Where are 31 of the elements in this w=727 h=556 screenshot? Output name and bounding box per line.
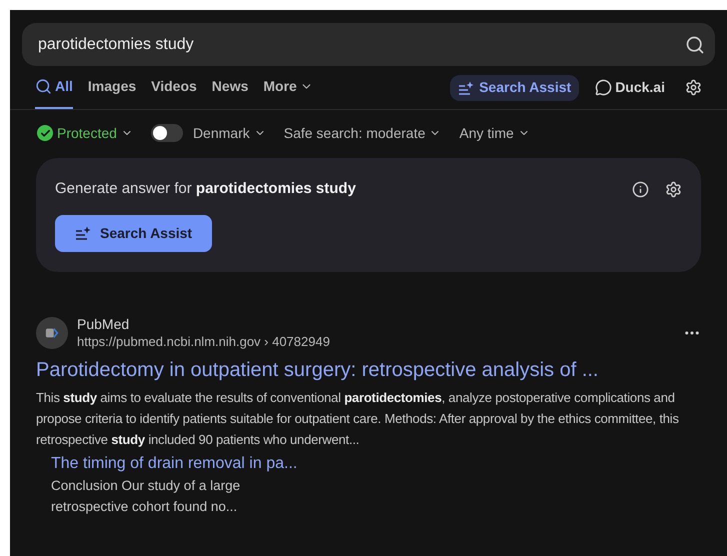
search-tab[interactable]: News [212,66,248,109]
search-assist-button[interactable]: Search Assist [450,74,580,100]
search-tab[interactable]: Images [88,66,136,109]
site-name: PubMed [77,316,130,332]
filter-dropdown[interactable]: Safe search: moderate [284,122,442,144]
search-tab[interactable]: All [35,66,73,109]
sublink-title[interactable]: The timing of drain removal in pa... [51,452,701,474]
search-input[interactable]: parotidectomies study [38,32,685,56]
chat-bubble-icon [595,79,612,96]
filter-dropdown[interactable]: Any time [459,122,530,144]
sublink-snippet: Conclusion Our study of a large retrospective cohort found no... [51,476,242,516]
result-snippet: This study aims to evaluate the results of conventional parotidectomies, analyze postoperative complications and propose criteria to identify patients suitable for outpatient care. Methods: After approval by the ethics committee, this retrospective study included 90 patients who underwent... [36,388,680,449]
site-logo-icon [36,316,68,348]
search-assist-button[interactable]: Search Assist [55,214,212,252]
protection-dropdown[interactable]: Protected [37,122,133,144]
info-icon[interactable] [632,180,649,198]
result-title[interactable]: Parotidectomy in outpatient surgery: retrospective analysis of ... [36,356,701,382]
region-toggle[interactable] [150,124,183,142]
search-icon[interactable] [685,34,705,54]
search-tab[interactable]: Videos [151,66,197,109]
result-url[interactable]: https://pubmed.ncbi.nlm.nih.gov › 40782949 [77,332,674,350]
sparkle-list-icon [75,226,91,240]
settings-icon[interactable] [685,79,702,96]
settings-icon[interactable] [665,180,682,198]
search-icon [35,78,52,95]
search-field[interactable]: parotidectomies study [22,23,715,66]
duck-ai-button[interactable]: Duck.ai [595,77,665,98]
assist-prompt: Generate answer for parotidectomies study [55,179,357,199]
search-tab[interactable]: More [263,66,313,109]
region-dropdown[interactable]: Denmark [192,122,266,144]
sparkle-list-icon [458,80,474,94]
